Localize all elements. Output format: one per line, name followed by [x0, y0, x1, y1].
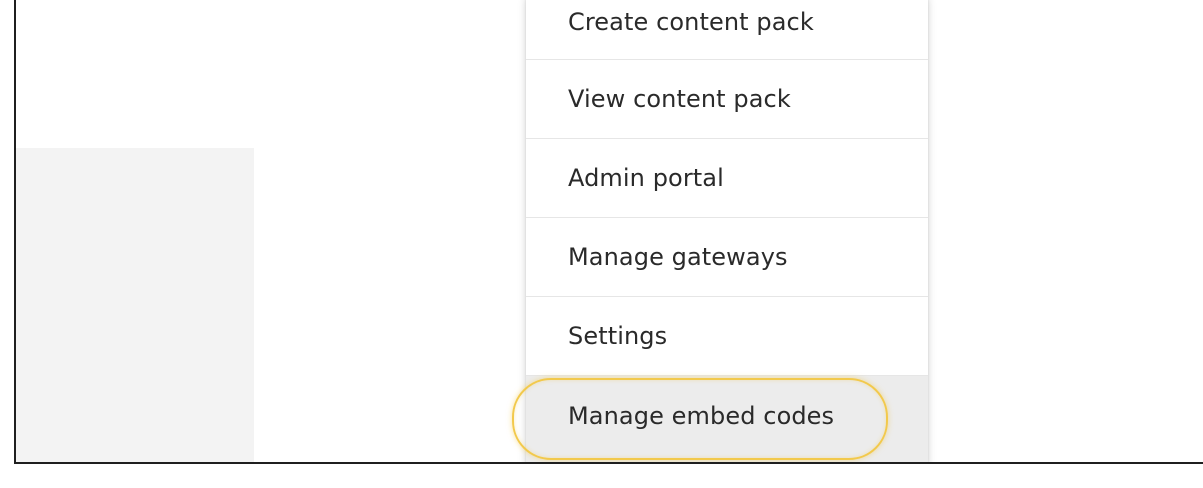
- menu-item-label: Create content pack: [568, 8, 814, 36]
- menu-item-label: View content pack: [568, 85, 791, 113]
- menu-item-manage-embed-codes[interactable]: Manage embed codes: [512, 376, 928, 462]
- menu-item-settings[interactable]: Settings: [526, 297, 928, 376]
- menu-item-create-content-pack[interactable]: Create content pack: [526, 0, 928, 60]
- menu-item-admin-portal[interactable]: Admin portal: [526, 139, 928, 218]
- side-panel: [16, 148, 254, 462]
- menu-item-label: Settings: [568, 322, 668, 350]
- menu-item-manage-gateways[interactable]: Manage gateways: [526, 218, 928, 297]
- settings-dropdown-menu: Create content pack View content pack Ad…: [512, 0, 928, 462]
- menu-item-label: Admin portal: [568, 164, 724, 192]
- menu-item-view-content-pack[interactable]: View content pack: [526, 60, 928, 139]
- menu-item-label: Manage gateways: [568, 243, 788, 271]
- menu-item-label: Manage embed codes: [568, 402, 835, 430]
- app-window: Create content pack View content pack Ad…: [14, 0, 1203, 464]
- screenshot-frame: Create content pack View content pack Ad…: [0, 0, 1203, 488]
